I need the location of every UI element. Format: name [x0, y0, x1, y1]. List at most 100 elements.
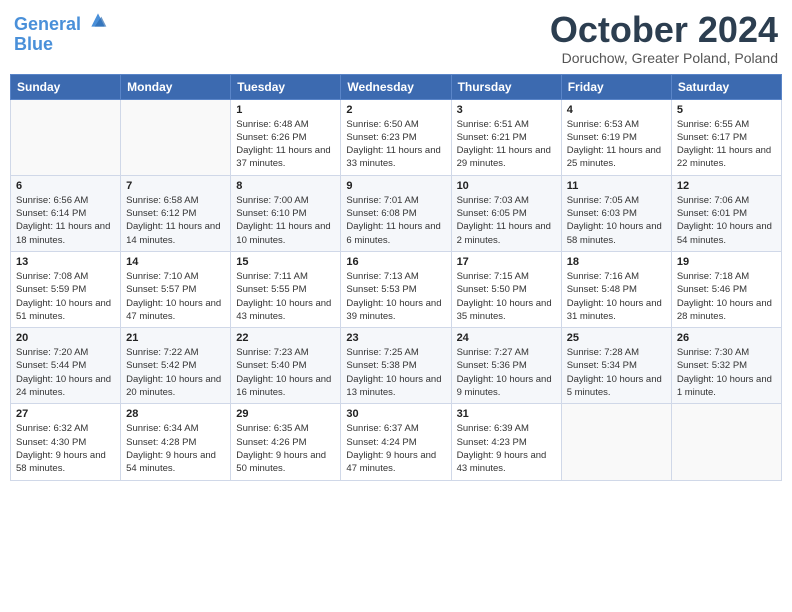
day-number: 31: [457, 408, 556, 420]
weekday-header: Monday: [121, 74, 231, 99]
calendar-cell: 1 Sunrise: 6:48 AMSunset: 6:26 PMDaylight…: [231, 99, 341, 175]
day-number: 4: [567, 104, 666, 116]
day-number: 9: [346, 180, 445, 192]
weekday-header: Thursday: [451, 74, 561, 99]
day-number: 12: [677, 180, 776, 192]
calendar-table: SundayMondayTuesdayWednesdayThursdayFrid…: [10, 74, 782, 481]
day-info: Sunrise: 7:06 AMSunset: 6:01 PMDaylight:…: [677, 194, 776, 247]
day-info: Sunrise: 6:48 AMSunset: 6:26 PMDaylight:…: [236, 118, 335, 171]
day-number: 10: [457, 180, 556, 192]
calendar-cell: [561, 404, 671, 480]
calendar-cell: 19Sunrise: 7:18 AMSunset: 5:46 PMDayligh…: [671, 251, 781, 327]
calendar-cell: 16 Sunrise: 7:13 AMSunset: 5:53 PMDayligh…: [341, 251, 451, 327]
day-info: Sunrise: 6:35 AMSunset: 4:26 PMDaylight:…: [236, 422, 335, 475]
day-info: Sunrise: 7:00 AMSunset: 6:10 PMDaylight:…: [236, 194, 335, 247]
day-number: 28: [126, 408, 225, 420]
day-number: 7: [126, 180, 225, 192]
weekday-header: Wednesday: [341, 74, 451, 99]
calendar-cell: [121, 99, 231, 175]
calendar-cell: 18Sunrise: 7:16 AMSunset: 5:48 PMDayligh…: [561, 251, 671, 327]
calendar-cell: 3Sunrise: 6:51 AMSunset: 6:21 PMDaylight…: [451, 99, 561, 175]
calendar-week-row: 6Sunrise: 6:56 AMSunset: 6:14 PMDaylight…: [11, 175, 782, 251]
calendar-cell: 10 Sunrise: 7:03 AMSunset: 6:05 PMDayligh…: [451, 175, 561, 251]
day-number: 11: [567, 180, 666, 192]
day-info: Sunrise: 7:13 AMSunset: 5:53 PMDaylight:…: [346, 270, 445, 323]
day-number: 2: [346, 104, 445, 116]
calendar-cell: [11, 99, 121, 175]
calendar-cell: 2Sunrise: 6:50 AMSunset: 6:23 PMDaylight…: [341, 99, 451, 175]
day-info: Sunrise: 7:30 AMSunset: 5:32 PMDaylight:…: [677, 346, 776, 399]
day-number: 21: [126, 332, 225, 344]
logo-text: General: [14, 10, 108, 35]
day-info: Sunrise: 7:20 AMSunset: 5:44 PMDaylight:…: [16, 346, 115, 399]
day-info: Sunrise: 7:08 AMSunset: 5:59 PMDaylight:…: [16, 270, 115, 323]
day-number: 23: [346, 332, 445, 344]
calendar-cell: 25 Sunrise: 7:28 AMSunset: 5:34 PMDayligh…: [561, 328, 671, 404]
day-number: 1: [236, 104, 335, 116]
day-number: 26: [677, 332, 776, 344]
day-info: Sunrise: 6:34 AMSunset: 4:28 PMDaylight:…: [126, 422, 225, 475]
day-info: Sunrise: 7:11 AMSunset: 5:55 PMDaylight:…: [236, 270, 335, 323]
day-info: Sunrise: 6:32 AMSunset: 4:30 PMDaylight:…: [16, 422, 115, 475]
weekday-header: Friday: [561, 74, 671, 99]
calendar-cell: 8 Sunrise: 7:00 AMSunset: 6:10 PMDaylight…: [231, 175, 341, 251]
calendar-cell: 17Sunrise: 7:15 AMSunset: 5:50 PMDayligh…: [451, 251, 561, 327]
calendar-cell: [671, 404, 781, 480]
day-info: Sunrise: 7:05 AMSunset: 6:03 PMDaylight:…: [567, 194, 666, 247]
day-number: 27: [16, 408, 115, 420]
logo-icon: [88, 10, 108, 30]
day-info: Sunrise: 7:23 AMSunset: 5:40 PMDaylight:…: [236, 346, 335, 399]
day-number: 15: [236, 256, 335, 268]
calendar-week-row: 20 Sunrise: 7:20 AMSunset: 5:44 PMDayligh…: [11, 328, 782, 404]
day-info: Sunrise: 7:28 AMSunset: 5:34 PMDaylight:…: [567, 346, 666, 399]
day-number: 30: [346, 408, 445, 420]
day-number: 14: [126, 256, 225, 268]
day-info: Sunrise: 6:56 AMSunset: 6:14 PMDaylight:…: [16, 194, 115, 247]
calendar-cell: 4 Sunrise: 6:53 AMSunset: 6:19 PMDaylight…: [561, 99, 671, 175]
calendar-cell: 20 Sunrise: 7:20 AMSunset: 5:44 PMDayligh…: [11, 328, 121, 404]
calendar-cell: 22 Sunrise: 7:23 AMSunset: 5:40 PMDayligh…: [231, 328, 341, 404]
calendar-cell: 15 Sunrise: 7:11 AMSunset: 5:55 PMDayligh…: [231, 251, 341, 327]
day-info: Sunrise: 7:25 AMSunset: 5:38 PMDaylight:…: [346, 346, 445, 399]
day-info: Sunrise: 6:37 AMSunset: 4:24 PMDaylight:…: [346, 422, 445, 475]
calendar-cell: 30 Sunrise: 6:37 AMSunset: 4:24 PMDayligh…: [341, 404, 451, 480]
day-info: Sunrise: 6:53 AMSunset: 6:19 PMDaylight:…: [567, 118, 666, 171]
calendar-cell: 31 Sunrise: 6:39 AMSunset: 4:23 PMDayligh…: [451, 404, 561, 480]
title-block: October 2024 Doruchow, Greater Poland, P…: [550, 10, 778, 66]
day-number: 29: [236, 408, 335, 420]
day-number: 24: [457, 332, 556, 344]
day-number: 22: [236, 332, 335, 344]
day-info: Sunrise: 6:51 AMSunset: 6:21 PMDaylight:…: [457, 118, 556, 171]
calendar-cell: 12 Sunrise: 7:06 AMSunset: 6:01 PMDayligh…: [671, 175, 781, 251]
day-info: Sunrise: 7:18 AMSunset: 5:46 PMDaylight:…: [677, 270, 776, 323]
day-number: 5: [677, 104, 776, 116]
calendar-cell: 7Sunrise: 6:58 AMSunset: 6:12 PMDaylight…: [121, 175, 231, 251]
calendar-cell: 29 Sunrise: 6:35 AMSunset: 4:26 PMDayligh…: [231, 404, 341, 480]
day-number: 20: [16, 332, 115, 344]
calendar-cell: 9Sunrise: 7:01 AMSunset: 6:08 PMDaylight…: [341, 175, 451, 251]
calendar-cell: 6Sunrise: 6:56 AMSunset: 6:14 PMDaylight…: [11, 175, 121, 251]
calendar-cell: 23 Sunrise: 7:25 AMSunset: 5:38 PMDayligh…: [341, 328, 451, 404]
calendar-cell: 24Sunrise: 7:27 AMSunset: 5:36 PMDayligh…: [451, 328, 561, 404]
day-info: Sunrise: 7:22 AMSunset: 5:42 PMDaylight:…: [126, 346, 225, 399]
logo-line2: Blue: [14, 35, 108, 55]
location: Doruchow, Greater Poland, Poland: [550, 50, 778, 66]
day-info: Sunrise: 7:03 AMSunset: 6:05 PMDaylight:…: [457, 194, 556, 247]
day-number: 16: [346, 256, 445, 268]
page-header: General Blue October 2024 Doruchow, Grea…: [10, 10, 782, 66]
day-info: Sunrise: 7:15 AMSunset: 5:50 PMDaylight:…: [457, 270, 556, 323]
calendar-cell: 14Sunrise: 7:10 AMSunset: 5:57 PMDayligh…: [121, 251, 231, 327]
calendar-cell: 26 Sunrise: 7:30 AMSunset: 5:32 PMDayligh…: [671, 328, 781, 404]
day-number: 13: [16, 256, 115, 268]
weekday-header: Sunday: [11, 74, 121, 99]
logo: General Blue: [14, 10, 108, 55]
calendar-week-row: 27 Sunrise: 6:32 AMSunset: 4:30 PMDayligh…: [11, 404, 782, 480]
month-title: October 2024: [550, 10, 778, 50]
weekday-header: Saturday: [671, 74, 781, 99]
day-number: 25: [567, 332, 666, 344]
day-info: Sunrise: 6:39 AMSunset: 4:23 PMDaylight:…: [457, 422, 556, 475]
day-number: 8: [236, 180, 335, 192]
calendar-week-row: 13 Sunrise: 7:08 AMSunset: 5:59 PMDayligh…: [11, 251, 782, 327]
day-info: Sunrise: 7:16 AMSunset: 5:48 PMDaylight:…: [567, 270, 666, 323]
weekday-header-row: SundayMondayTuesdayWednesdayThursdayFrid…: [11, 74, 782, 99]
